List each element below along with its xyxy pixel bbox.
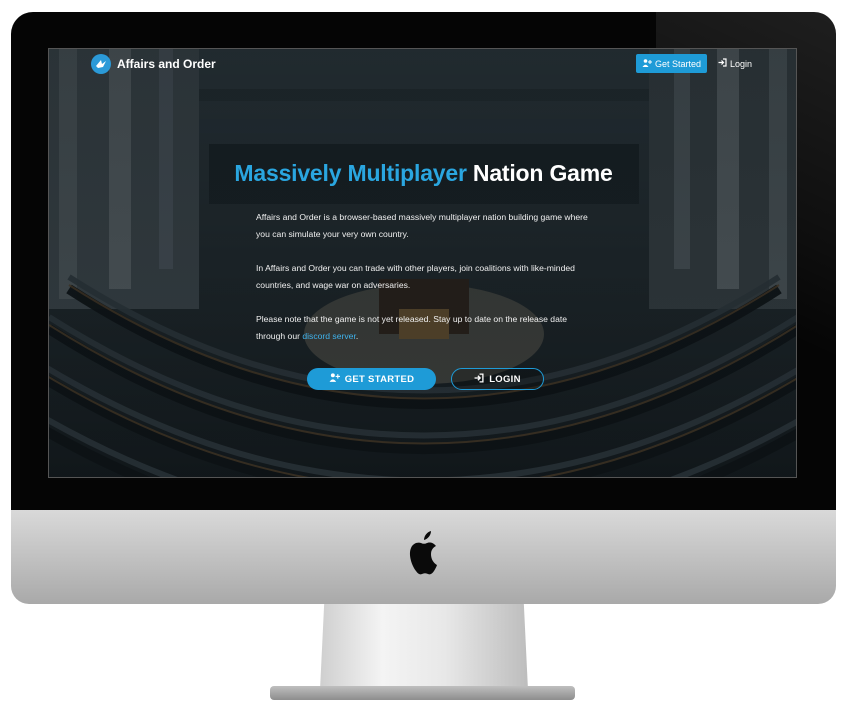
discord-server-link[interactable]: discord server bbox=[302, 331, 356, 341]
hero-title-rest: Nation Game bbox=[466, 160, 613, 186]
dove-logo-icon bbox=[91, 54, 111, 74]
hero-paragraph-notice: Please note that the game is not yet rel… bbox=[256, 311, 596, 345]
monitor-stand-base bbox=[270, 686, 575, 700]
get-started-button[interactable]: GET STARTED bbox=[307, 368, 436, 390]
hero-paragraph-intro: Affairs and Order is a browser-based mas… bbox=[256, 212, 588, 239]
user-plus-icon bbox=[642, 58, 652, 69]
login-label: LOGIN bbox=[489, 373, 521, 385]
nav-login-label: Login bbox=[730, 58, 753, 69]
apple-logo-icon bbox=[409, 531, 437, 575]
sign-in-icon bbox=[474, 372, 484, 386]
notice-end: . bbox=[355, 331, 359, 341]
nav-login-link[interactable]: Login bbox=[712, 54, 758, 73]
login-button[interactable]: LOGIN bbox=[451, 368, 544, 390]
hero-title-accent: Massively Multiplayer bbox=[234, 160, 467, 186]
hero-title: Massively Multiplayer Nation Game bbox=[49, 160, 796, 187]
hero-paragraph-features: In Affairs and Order you can trade with … bbox=[256, 263, 575, 290]
brand[interactable]: Affairs and Order bbox=[91, 54, 216, 74]
get-started-label: GET STARTED bbox=[344, 373, 415, 385]
browser-screen: Affairs and Order Get Started Login Mass… bbox=[48, 48, 797, 478]
sign-in-icon bbox=[718, 58, 727, 69]
imac-mockup: Affairs and Order Get Started Login Mass… bbox=[0, 0, 845, 708]
nav-get-started-button[interactable]: Get Started bbox=[636, 54, 708, 73]
user-plus-icon bbox=[329, 373, 340, 385]
top-navbar: Affairs and Order Get Started Login bbox=[49, 49, 796, 79]
monitor-stand-neck bbox=[320, 604, 528, 690]
brand-name: Affairs and Order bbox=[117, 57, 216, 71]
nav-get-started-label: Get Started bbox=[655, 58, 702, 69]
